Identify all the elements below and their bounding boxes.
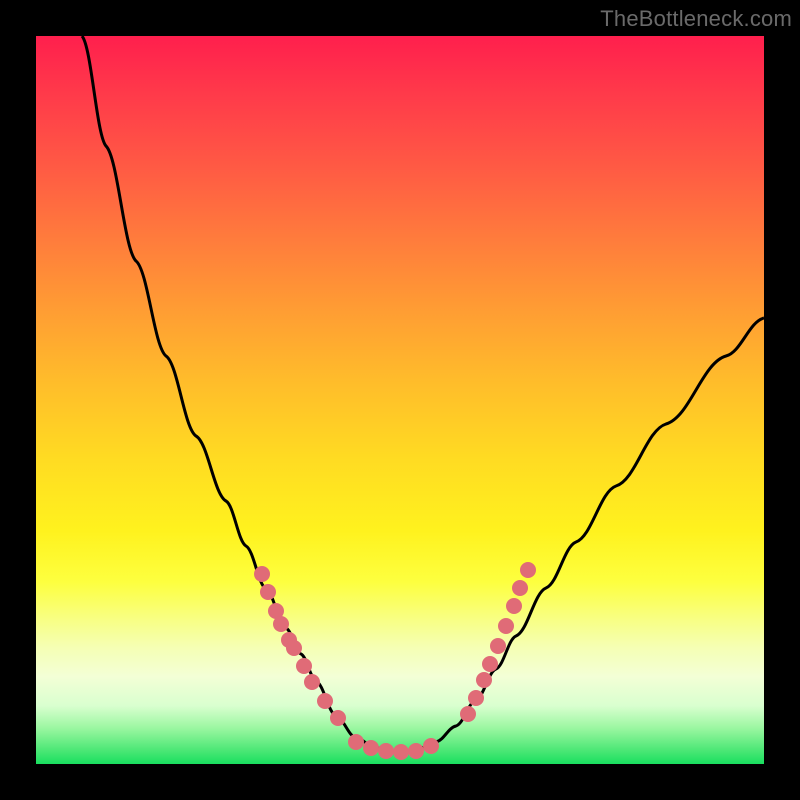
data-point [393,744,409,760]
data-point [460,706,476,722]
data-point [520,562,536,578]
data-point [296,658,312,674]
curve-right [396,318,764,752]
data-point [476,672,492,688]
data-point [423,738,439,754]
data-point [273,616,289,632]
data-point [317,693,333,709]
data-point [286,640,302,656]
data-points [254,562,536,760]
data-point [512,580,528,596]
data-point [260,584,276,600]
plot-area [36,36,764,764]
data-point [348,734,364,750]
data-point [490,638,506,654]
data-point [363,740,379,756]
data-point [254,566,270,582]
curve-left [82,36,396,752]
chart-frame: TheBottleneck.com [0,0,800,800]
data-point [482,656,498,672]
data-point [506,598,522,614]
watermark-text: TheBottleneck.com [600,6,792,32]
data-point [304,674,320,690]
data-point [330,710,346,726]
data-point [468,690,484,706]
data-point [498,618,514,634]
data-point [378,743,394,759]
chart-svg [36,36,764,764]
data-point [408,743,424,759]
